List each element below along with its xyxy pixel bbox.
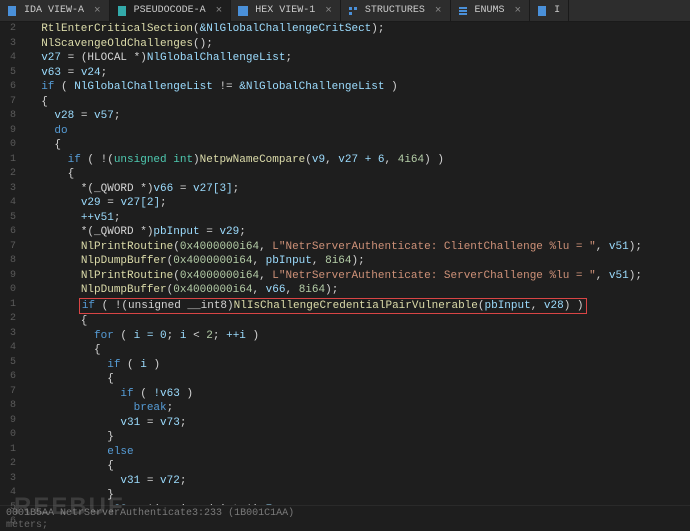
tab-ida-view[interactable]: IDA VIEW-A × bbox=[0, 0, 110, 21]
tab-hex-view[interactable]: HEX VIEW-1 × bbox=[231, 0, 341, 21]
line-gutter: 23456789012345678901234567890123456 bbox=[0, 22, 20, 505]
tab-label: IDA VIEW-A bbox=[24, 5, 84, 16]
doc-icon bbox=[536, 5, 548, 17]
close-icon[interactable]: × bbox=[431, 5, 442, 17]
tab-overflow[interactable]: I bbox=[530, 0, 569, 21]
status-paren: (1B001C1AA) bbox=[228, 508, 294, 519]
hex-icon bbox=[237, 5, 249, 17]
close-icon[interactable]: × bbox=[511, 5, 522, 17]
tab-enums[interactable]: ENUMS × bbox=[451, 0, 531, 21]
close-icon[interactable]: × bbox=[321, 5, 332, 17]
close-icon[interactable]: × bbox=[90, 5, 101, 17]
tab-pseudocode[interactable]: PSEUDOCODE-A × bbox=[110, 0, 232, 21]
tab-label: PSEUDOCODE-A bbox=[134, 5, 206, 16]
tab-label: STRUCTURES bbox=[365, 5, 425, 16]
enum-icon bbox=[457, 5, 469, 17]
bottom-hint: meters; bbox=[6, 520, 684, 531]
doc-icon bbox=[116, 5, 128, 17]
tab-bar: IDA VIEW-A × PSEUDOCODE-A × HEX VIEW-1 × ST… bbox=[0, 0, 690, 22]
tab-structures[interactable]: STRUCTURES × bbox=[341, 0, 451, 21]
tab-label: HEX VIEW-1 bbox=[255, 5, 315, 16]
doc-icon bbox=[6, 5, 18, 17]
struct-icon bbox=[347, 5, 359, 17]
watermark: REEBUF bbox=[14, 493, 125, 521]
close-icon[interactable]: × bbox=[212, 5, 223, 17]
code-editor[interactable]: 23456789012345678901234567890123456 RtlE… bbox=[0, 22, 690, 505]
tab-label: ENUMS bbox=[475, 5, 505, 16]
tab-label: I bbox=[554, 5, 560, 16]
code-pane[interactable]: RtlEnterCriticalSection(&NlGlobalChallen… bbox=[20, 22, 690, 505]
